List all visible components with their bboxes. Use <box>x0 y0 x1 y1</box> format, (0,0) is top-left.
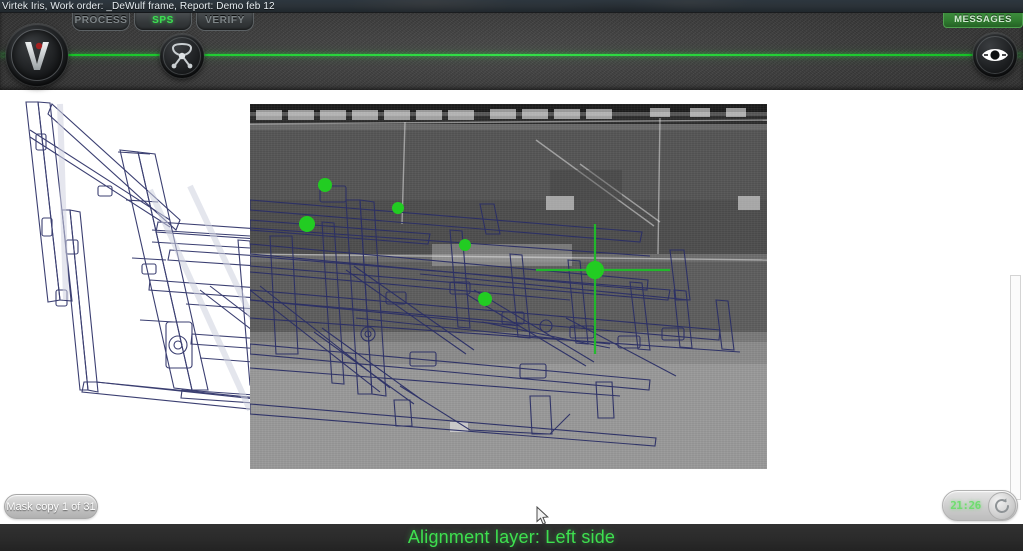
messages-button[interactable]: MESSAGES <box>943 12 1023 28</box>
tab-process[interactable]: PROCESS <box>72 12 130 31</box>
timer-readout: 21:26 <box>950 499 981 512</box>
tab-sps[interactable]: SPS <box>134 12 192 31</box>
vertical-scrollbar[interactable] <box>1010 275 1021 500</box>
refresh-button[interactable] <box>988 491 1016 520</box>
tab-verify[interactable]: VERIFY <box>196 12 254 31</box>
camera-cad-overlay <box>250 108 767 447</box>
status-bar: Alignment layer: Left side <box>0 524 1023 551</box>
logo-ring <box>11 29 63 81</box>
refresh-circular-arrow-icon <box>995 497 1009 513</box>
mask-copy-badge[interactable]: Mask copy 1 of 31 <box>4 494 98 519</box>
timer-widget[interactable]: 21:26 <box>942 490 1018 521</box>
projector-button[interactable] <box>160 34 204 78</box>
window-title-bar: Virtek Iris, Work order: _DeWulf frame, … <box>0 0 1023 13</box>
green-laser-line <box>0 54 1023 56</box>
eye-ring <box>976 36 1014 74</box>
projector-ring <box>163 37 201 75</box>
virtek-logo-button[interactable] <box>6 24 68 86</box>
visibility-button[interactable] <box>973 33 1017 77</box>
window-title: Virtek Iris, Work order: _DeWulf frame, … <box>2 1 275 12</box>
mask-copy-label: Mask copy 1 of 31 <box>6 500 96 513</box>
live-camera-view[interactable] <box>250 104 767 469</box>
main-canvas[interactable] <box>0 90 1023 524</box>
status-message: Alignment layer: Left side <box>407 527 616 547</box>
mode-tab-bar: PROCESS SPS VERIFY <box>72 12 254 31</box>
application-window: Virtek Iris, Work order: _DeWulf frame, … <box>0 0 1023 551</box>
